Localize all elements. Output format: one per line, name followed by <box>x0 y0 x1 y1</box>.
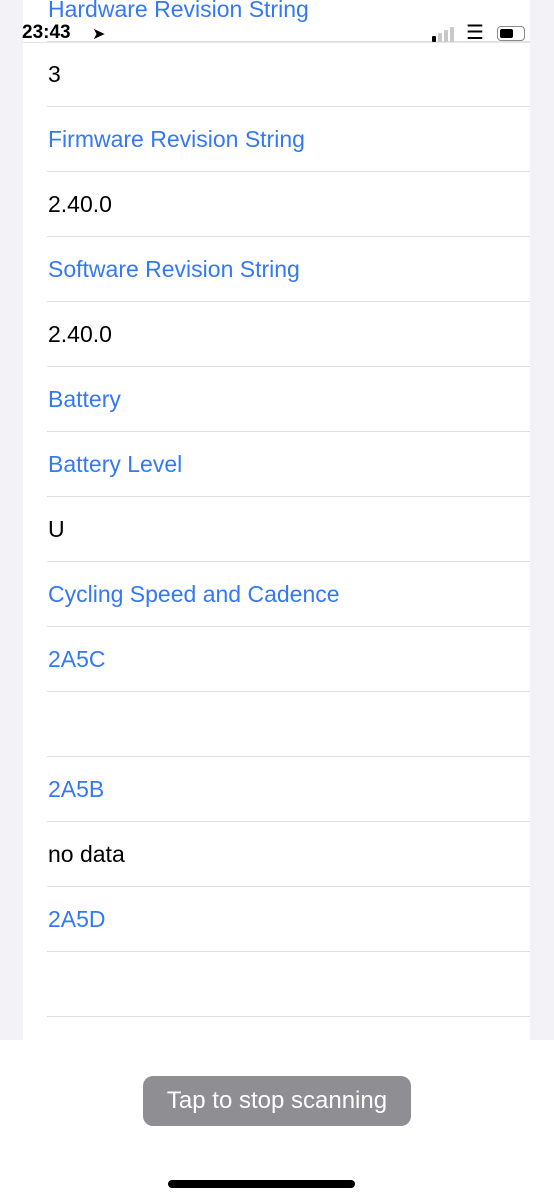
characteristic-name-row[interactable]: 2A5B <box>23 757 530 822</box>
characteristic-value-row[interactable] <box>23 692 530 757</box>
status-bar: 23:43 ➤ ☰ <box>0 0 554 44</box>
characteristic-value-row[interactable] <box>23 952 530 1017</box>
location-arrow-icon: ➤ <box>92 26 106 43</box>
battery-icon <box>497 26 525 41</box>
characteristic-value-row[interactable]: no data <box>23 822 530 887</box>
characteristic-name-row[interactable]: 2A5D <box>23 887 530 952</box>
characteristic-name-row[interactable]: Cycling Speed and Cadence <box>23 562 530 627</box>
characteristic-name-row[interactable]: Battery Level <box>23 432 530 497</box>
divider <box>23 42 530 43</box>
status-time: 23:43 <box>22 22 71 43</box>
characteristics-list[interactable]: Hardware Revision String 3 Firmware Revisi… <box>23 0 530 1040</box>
characteristic-name-row[interactable]: Battery <box>23 367 530 432</box>
cellular-signal-icon <box>432 27 454 42</box>
characteristic-value-row[interactable]: 2.40.0 <box>23 172 530 237</box>
characteristic-value-row[interactable]: 2.40.0 <box>23 302 530 367</box>
characteristic-name-row[interactable]: Software Revision String <box>23 237 530 302</box>
characteristic-name-row[interactable]: Firmware Revision String <box>23 107 530 172</box>
characteristic-value-row[interactable]: 3 <box>23 42 530 107</box>
home-indicator[interactable] <box>168 1180 355 1188</box>
stop-scanning-button[interactable]: Tap to stop scanning <box>143 1076 411 1126</box>
characteristic-name-row[interactable]: 2A5C <box>23 627 530 692</box>
characteristic-value-row[interactable]: U <box>23 497 530 562</box>
